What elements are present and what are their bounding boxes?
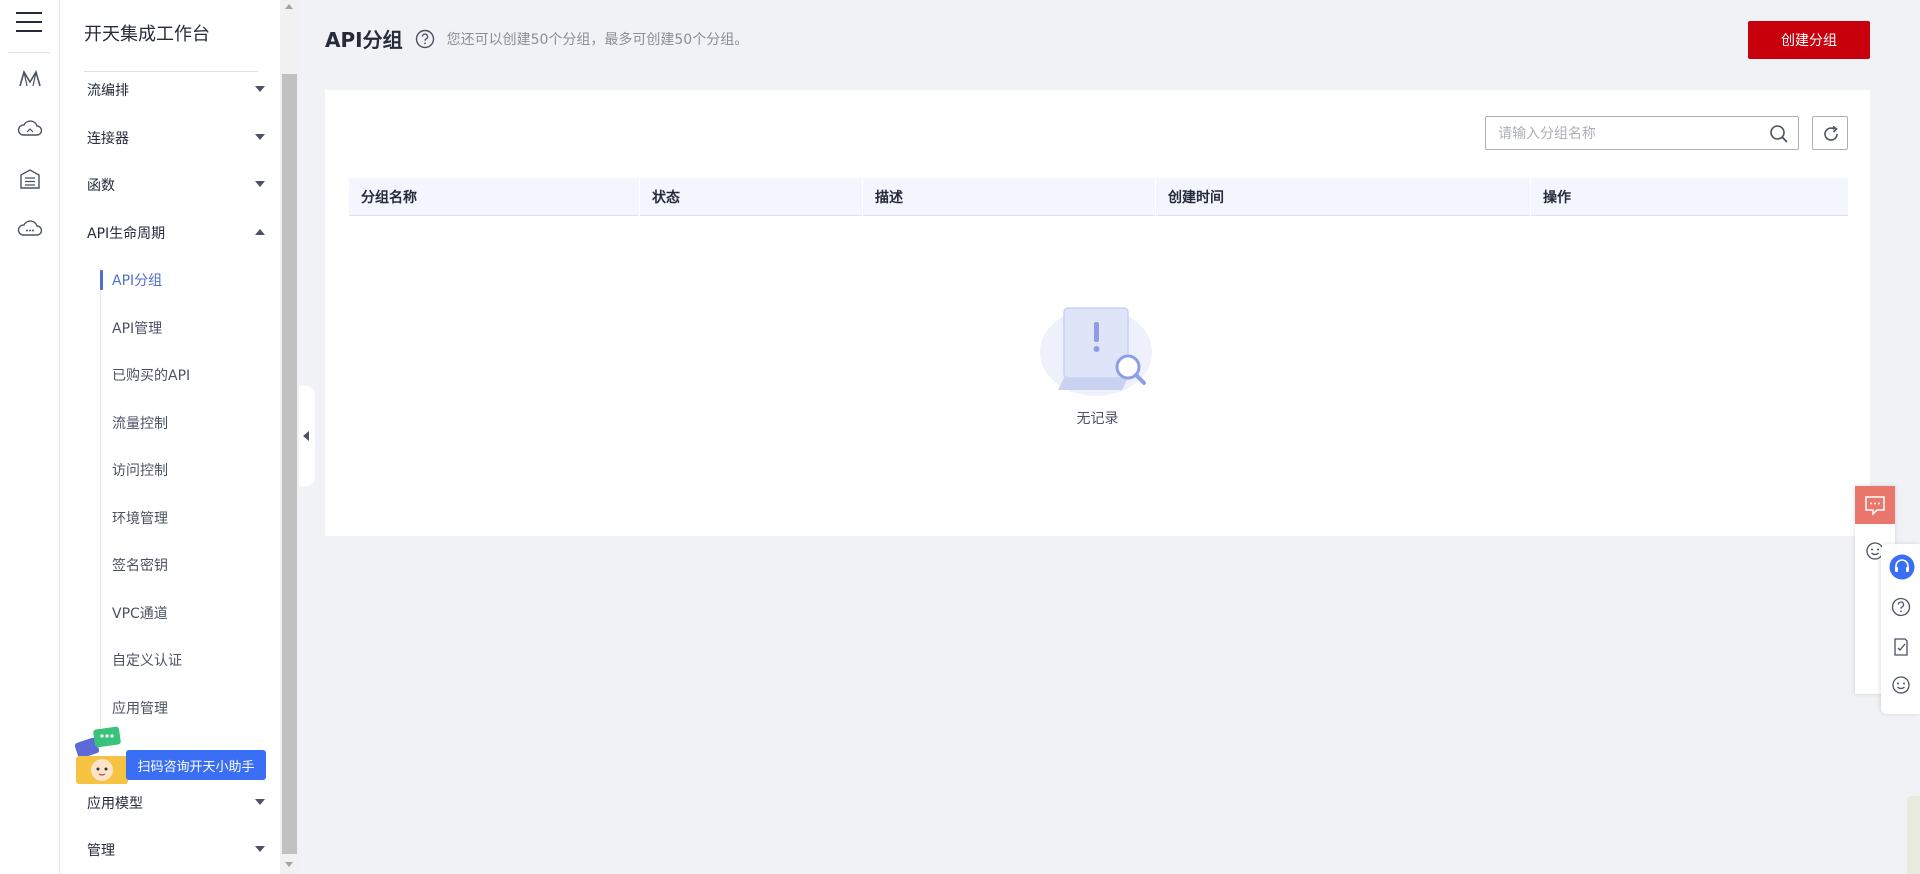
sidebar-subitem-access-control[interactable]: 访问控制 <box>112 458 262 482</box>
cloud-icon[interactable] <box>17 116 43 142</box>
column-header-group-name[interactable]: 分组名称 <box>349 178 639 216</box>
chevron-down-icon <box>255 134 265 140</box>
cloud-chat-icon[interactable] <box>17 216 43 242</box>
sidebar-subitem-app-manage[interactable]: 应用管理 <box>112 696 262 720</box>
sidebar-subitem-purchased-api[interactable]: 已购买的API <box>112 363 262 387</box>
sidebar-subitem-signature-key[interactable]: 签名密钥 <box>112 553 262 577</box>
chevron-up-icon <box>255 229 265 235</box>
page-scroll-indicator[interactable] <box>1907 796 1920 874</box>
content-panel: 分组名称 状态 描述 创建时间 操作 无记录 <box>325 90 1870 536</box>
column-header-description[interactable]: 描述 <box>863 178 1155 216</box>
sidebar-item-flow[interactable]: 流编排 <box>87 78 277 102</box>
sidebar-subitem-api-group[interactable]: API分组 <box>112 268 262 292</box>
workspace-title: 开天集成工作台 <box>84 24 210 45</box>
scrollbar-thumb[interactable] <box>282 74 297 854</box>
no-record-illustration-icon <box>1039 307 1152 396</box>
sidebar-item-label: 应用模型 <box>87 796 143 812</box>
sidebar-subitem-env-manage[interactable]: 环境管理 <box>112 506 262 530</box>
sidebar-item-api-lifecycle[interactable]: API生命周期 <box>87 221 277 245</box>
column-header-status[interactable]: 状态 <box>640 178 862 216</box>
scroll-up-arrow-icon[interactable] <box>285 4 293 9</box>
quota-hint: 您还可以创建50个分组，最多可创建50个分组。 <box>446 31 749 48</box>
search-box[interactable] <box>1485 116 1799 150</box>
rail-divider <box>8 52 50 53</box>
sidebar-item-label: 管理 <box>87 843 115 859</box>
sidebar-item-label: API生命周期 <box>87 226 166 242</box>
table-header: 分组名称 状态 描述 创建时间 操作 <box>349 178 1848 216</box>
column-header-created-time[interactable]: 创建时间 <box>1156 178 1530 216</box>
page-title: API分组 <box>325 28 403 52</box>
sidebar-scrollbar[interactable] <box>280 0 299 874</box>
assistant-promo[interactable]: 扫码咨询开天小助手 <box>74 726 266 786</box>
sidebar-item-admin[interactable]: 管理 <box>87 838 277 862</box>
create-group-button[interactable]: 创建分组 <box>1748 21 1870 59</box>
sidebar-item-label: 流编排 <box>87 83 129 99</box>
chevron-left-icon <box>303 431 309 441</box>
satisfaction-icon[interactable] <box>1890 674 1912 696</box>
sidebar-divider <box>84 71 258 72</box>
sidebar-subitem-vpc-channel[interactable]: VPC通道 <box>112 601 262 625</box>
empty-text: 无记录 <box>1076 411 1119 427</box>
logo-m-icon[interactable] <box>17 66 43 92</box>
submenu-guide-line <box>100 268 101 728</box>
customer-service-icon[interactable] <box>1889 554 1915 580</box>
icon-rail <box>0 0 60 874</box>
assistant-mascot-icon <box>74 726 128 784</box>
chevron-down-icon <box>255 799 265 805</box>
column-header-actions: 操作 <box>1543 190 1571 206</box>
sidebar-subitem-custom-auth[interactable]: 自定义认证 <box>112 648 262 672</box>
sidebar-subitem-api-manage[interactable]: API管理 <box>112 316 262 340</box>
menu-icon[interactable] <box>16 12 42 34</box>
sidebar-item-app-model[interactable]: 应用模型 <box>87 791 277 815</box>
help-icon[interactable] <box>415 29 435 49</box>
sidebar-item-connector[interactable]: 连接器 <box>87 126 277 150</box>
chat-icon <box>1865 496 1885 516</box>
sidebar-item-label: 函数 <box>87 178 115 194</box>
chevron-down-icon <box>255 181 265 187</box>
building-icon[interactable] <box>17 166 43 192</box>
service-toolbar <box>1881 544 1920 714</box>
scroll-down-arrow-icon[interactable] <box>285 862 293 867</box>
search-icon[interactable] <box>1768 123 1790 145</box>
refresh-icon <box>1824 125 1838 141</box>
page-header: API分组 您还可以创建50个分组，最多可创建50个分组。 <box>325 24 748 53</box>
chat-button[interactable] <box>1855 486 1895 524</box>
search-input[interactable] <box>1498 124 1758 144</box>
chevron-down-icon <box>255 86 265 92</box>
sidebar-subitem-traffic-control[interactable]: 流量控制 <box>112 411 262 435</box>
collapse-sidebar-button[interactable] <box>299 386 315 486</box>
assistant-button[interactable]: 扫码咨询开天小助手 <box>126 750 266 780</box>
feedback-edit-icon[interactable] <box>1890 636 1912 658</box>
chevron-down-icon <box>255 846 265 852</box>
sidebar-item-function[interactable]: 函数 <box>87 173 277 197</box>
active-indicator <box>100 270 103 290</box>
refresh-button[interactable] <box>1812 116 1848 150</box>
sidebar-item-label: 连接器 <box>87 131 129 147</box>
empty-state: 无记录 <box>325 300 1870 428</box>
question-icon[interactable] <box>1890 596 1912 618</box>
